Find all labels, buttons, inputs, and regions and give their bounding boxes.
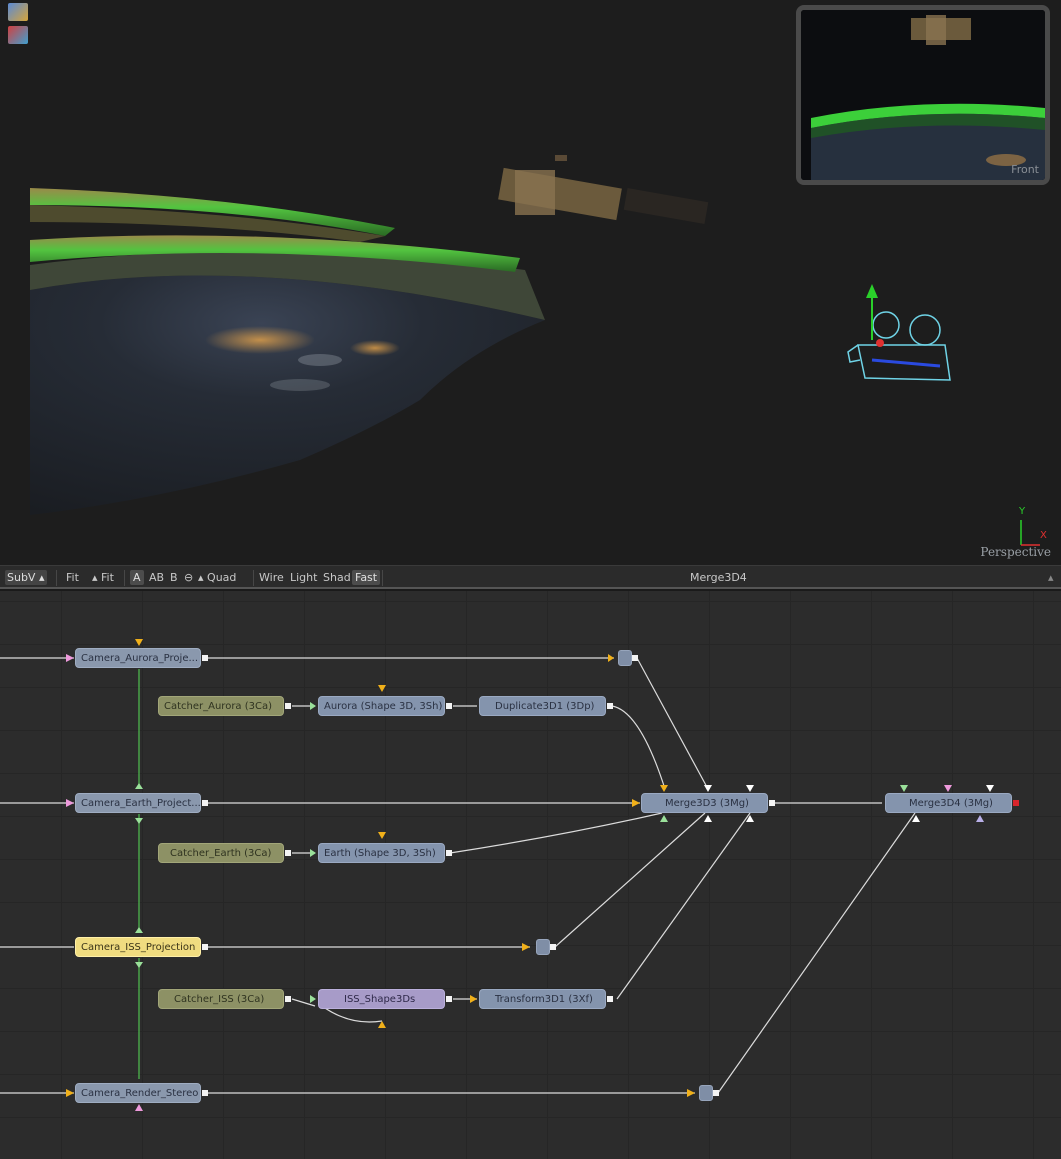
fit-button[interactable]: Fit: [66, 570, 79, 585]
viewer-title: Merge3D4: [690, 571, 747, 584]
node-output-port[interactable]: [713, 1090, 719, 1096]
node-output-port[interactable]: [769, 800, 775, 806]
node-output-port[interactable]: [202, 1090, 208, 1096]
node-output-port[interactable]: [632, 655, 638, 661]
quad-button[interactable]: ▴ Quad: [198, 570, 236, 585]
subv-button[interactable]: SubV ▴: [5, 570, 47, 585]
axis-x-label: X: [1040, 530, 1047, 541]
viewer-toolbar: SubV ▴ Fit ▴ Fit A AB B ⊖ ▴ Quad Wire Li…: [0, 565, 1061, 589]
node-output-port[interactable]: [285, 703, 291, 709]
node-camera-earth-projection[interactable]: Camera_Earth_Project...: [75, 793, 201, 813]
node-camera-iss-projection[interactable]: Camera_ISS_Projection: [75, 937, 201, 957]
node-output-port[interactable]: [285, 850, 291, 856]
node-catcher-earth[interactable]: Catcher_Earth (3Ca): [158, 843, 284, 863]
node-output-port[interactable]: [446, 996, 452, 1002]
node-connections: [0, 639, 994, 1111]
earth-projection: [30, 275, 545, 515]
node-output-port-viewed[interactable]: [1013, 800, 1019, 806]
buffer-ab-button[interactable]: AB: [149, 570, 164, 585]
pipe-router-render[interactable]: [699, 1085, 713, 1101]
node-output-port[interactable]: [550, 944, 556, 950]
iss-model: [498, 155, 709, 224]
node-merge3d4[interactable]: Merge3D4 (3Mg): [885, 793, 1012, 813]
fit-dropdown-button[interactable]: ▴ Fit: [92, 570, 114, 585]
node-output-port[interactable]: [202, 655, 208, 661]
node-output-port[interactable]: [202, 800, 208, 806]
node-output-port[interactable]: [285, 996, 291, 1002]
node-catcher-aurora[interactable]: Catcher_Aurora (3Ca): [158, 696, 284, 716]
node-camera-aurora-projection[interactable]: Camera_Aurora_Proje...: [75, 648, 201, 668]
node-output-port[interactable]: [202, 944, 208, 950]
node-output-port[interactable]: [607, 703, 613, 709]
shad-button[interactable]: Shad: [323, 570, 351, 585]
node-duplicate3d1[interactable]: Duplicate3D1 (3Dp): [479, 696, 606, 716]
stereo-icon[interactable]: ⊖: [184, 570, 193, 585]
node-earth-shape3d[interactable]: Earth (Shape 3D, 3Sh): [318, 843, 445, 863]
node-transform3d1[interactable]: Transform3D1 (3Xf): [479, 989, 606, 1009]
axis-gizmo: Y X: [1018, 506, 1047, 546]
pipe-router-aurora[interactable]: [618, 650, 632, 666]
pipe-router-iss[interactable]: [536, 939, 550, 955]
viewer-3d-cube-colored-icon[interactable]: [8, 26, 28, 44]
light-button[interactable]: Light: [290, 570, 317, 585]
viewer-perspective-label: Perspective: [980, 545, 1051, 559]
viewer-3d[interactable]: Y X Front Perspective: [0, 0, 1061, 566]
buffer-b-button[interactable]: B: [170, 570, 178, 585]
node-flow-view[interactable]: Camera_Aurora_Proje... Catcher_Aurora (3…: [0, 591, 1061, 1159]
buffer-a-button[interactable]: A: [130, 570, 144, 585]
node-output-port[interactable]: [446, 703, 452, 709]
viewer-menu-arrow-icon[interactable]: ▴: [1048, 570, 1054, 585]
node-merge3d3[interactable]: Merge3D3 (3Mg): [641, 793, 768, 813]
mini-view-scene: [801, 10, 1045, 180]
axis-y-label: Y: [1018, 506, 1026, 517]
node-camera-render-stereo[interactable]: Camera_Render_Stereo: [75, 1083, 201, 1103]
fast-button[interactable]: Fast: [352, 570, 381, 585]
node-output-port[interactable]: [446, 850, 452, 856]
node-output-port[interactable]: [607, 996, 613, 1002]
node-catcher-iss[interactable]: Catcher_ISS (3Ca): [158, 989, 284, 1009]
viewer-3d-cube-icon[interactable]: [8, 3, 28, 21]
node-iss-shape3ds-group[interactable]: ISS_Shape3Ds: [318, 989, 445, 1009]
camera-gizmo: [847, 284, 951, 381]
node-aurora-shape3d[interactable]: Aurora (Shape 3D, 3Sh): [318, 696, 445, 716]
mini-front-view[interactable]: Front: [796, 5, 1050, 185]
wire-button[interactable]: Wire: [259, 570, 284, 585]
mini-view-label: Front: [1011, 163, 1039, 176]
